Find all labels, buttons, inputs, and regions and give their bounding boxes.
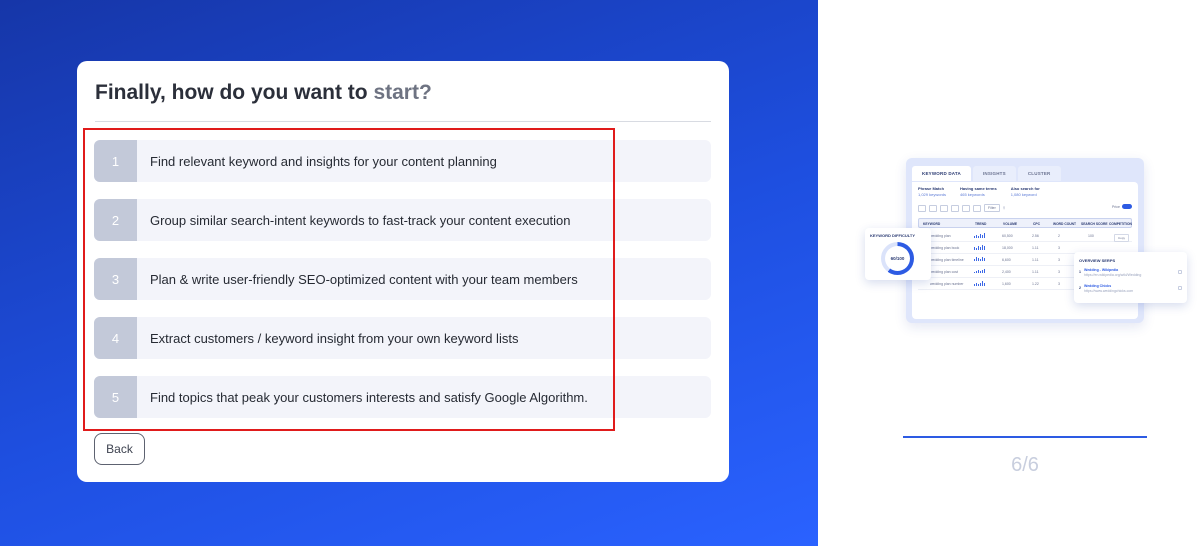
step-counter: 6/6 bbox=[1011, 454, 1039, 476]
search-icon: ⚲ bbox=[1002, 206, 1006, 210]
cell: 1.11 bbox=[1032, 246, 1039, 250]
keyword-difficulty-card: KEYWORD DIFFICULTY 60/100 bbox=[865, 228, 931, 280]
col-header: SEARCH SCORE bbox=[1081, 222, 1108, 226]
preview-stat: Phrase Match 1,029 keywords bbox=[918, 186, 946, 198]
dashboard-preview: KEYWORD DATA INSIGHTS CLUSTER Phrase Mat… bbox=[865, 158, 1187, 328]
serp-url: https://en.wikipedia.org/wiki/Wedding bbox=[1084, 273, 1142, 277]
cell: wedding plan timeline bbox=[930, 258, 964, 262]
cell: 3 bbox=[1058, 258, 1060, 262]
kd-title: KEYWORD DIFFICULTY bbox=[870, 233, 916, 238]
cell: 2,400 bbox=[1002, 270, 1011, 274]
copy-icon bbox=[940, 204, 948, 212]
title-main: Finally, how do you want to bbox=[95, 81, 368, 104]
checkbox-icon bbox=[1178, 286, 1182, 290]
title-divider bbox=[95, 121, 711, 122]
trend-sparkline bbox=[974, 257, 987, 262]
page-title: Finally, how do you want to start? bbox=[95, 81, 432, 105]
price-toggle: Price bbox=[1112, 204, 1132, 209]
col-header: KEYWORD bbox=[923, 222, 941, 226]
cell: wedding plan number bbox=[930, 282, 964, 286]
title-accent: start? bbox=[373, 81, 432, 104]
cell: 3 bbox=[1058, 270, 1060, 274]
preview-tab-keyword-data: KEYWORD DATA bbox=[912, 166, 971, 181]
checkbox-icon bbox=[918, 204, 926, 212]
preview-table-row: wedding plan 60,500 2.56 2 100 Copy bbox=[918, 230, 1132, 242]
back-button[interactable]: Back bbox=[94, 433, 145, 465]
preview-table-header: KEYWORD TREND VOLUME CPC WORD COUNT SEAR… bbox=[918, 218, 1132, 228]
cell: 1.22 bbox=[1032, 282, 1039, 286]
cell: wedding plan bbox=[930, 234, 951, 238]
cell: 2.56 bbox=[1032, 234, 1039, 238]
cell: 1.11 bbox=[1032, 270, 1039, 274]
serp-title: OVERVIEW SERPS bbox=[1079, 258, 1116, 263]
stat-sub: 1,080 keyword bbox=[1010, 192, 1037, 197]
cell: wedding plan book bbox=[930, 246, 960, 250]
export-icon bbox=[951, 204, 959, 212]
onboarding-card: Finally, how do you want to start? 1 Fin… bbox=[77, 61, 729, 482]
col-header: WORD COUNT bbox=[1053, 222, 1077, 226]
columns-icon bbox=[973, 204, 981, 212]
serp-url: https://www.weddingchicks.com bbox=[1084, 289, 1134, 293]
col-header: COMPETITION bbox=[1109, 222, 1132, 226]
toggle-icon bbox=[1122, 204, 1132, 209]
preview-stat: Also search for 1,080 keyword bbox=[1011, 186, 1040, 198]
download-icon bbox=[962, 204, 970, 212]
cell: 1,600 bbox=[1002, 282, 1011, 286]
trend-sparkline bbox=[974, 233, 987, 238]
serp-rank: 2 bbox=[1079, 286, 1081, 290]
preview-tabs: KEYWORD DATA INSIGHTS CLUSTER bbox=[912, 166, 1061, 181]
col-header: CPC bbox=[1033, 222, 1040, 226]
kd-gauge: 60/100 bbox=[881, 242, 914, 275]
sort-icon bbox=[929, 204, 937, 212]
preview-tab-insights: INSIGHTS bbox=[972, 166, 1016, 181]
cell: 2 bbox=[1058, 234, 1060, 238]
cell: 60,500 bbox=[1002, 234, 1013, 238]
preview-tab-cluster: CLUSTER bbox=[1017, 166, 1061, 181]
cell: 100 bbox=[1088, 234, 1094, 238]
highlight-outline bbox=[83, 128, 615, 431]
col-header: VOLUME bbox=[1003, 222, 1018, 226]
filter-button: Filter bbox=[984, 204, 1000, 212]
copy-button: Copy bbox=[1114, 234, 1130, 242]
kd-value: 60/100 bbox=[885, 246, 910, 271]
cell: 1.11 bbox=[1032, 258, 1039, 262]
preview-stats: Phrase Match 1,029 keywords Having same … bbox=[918, 186, 1040, 198]
cell: wedding plan cost bbox=[930, 270, 959, 274]
checkbox-icon bbox=[1178, 270, 1182, 274]
serp-rank: 1 bbox=[1079, 270, 1081, 274]
price-label: Price bbox=[1112, 204, 1120, 209]
cell: 3 bbox=[1058, 282, 1060, 286]
col-header: TREND bbox=[975, 222, 987, 226]
trend-sparkline bbox=[974, 281, 987, 286]
cell: 18,000 bbox=[1002, 246, 1013, 250]
trend-sparkline bbox=[974, 245, 987, 250]
trend-sparkline bbox=[974, 269, 987, 274]
preview-stat: Having same terms 465 keywords bbox=[960, 186, 997, 198]
progress-bar bbox=[903, 436, 1147, 438]
stat-sub: 465 keywords bbox=[960, 192, 985, 197]
stat-sub: 1,029 keywords bbox=[918, 192, 947, 197]
preview-toolbar: Filter ⚲ bbox=[918, 204, 1005, 212]
overview-serps-card: OVERVIEW SERPS 1 Wedding - Wikipedia htt… bbox=[1074, 252, 1187, 303]
cell: 6,600 bbox=[1002, 258, 1011, 262]
cell: 3 bbox=[1058, 246, 1060, 250]
